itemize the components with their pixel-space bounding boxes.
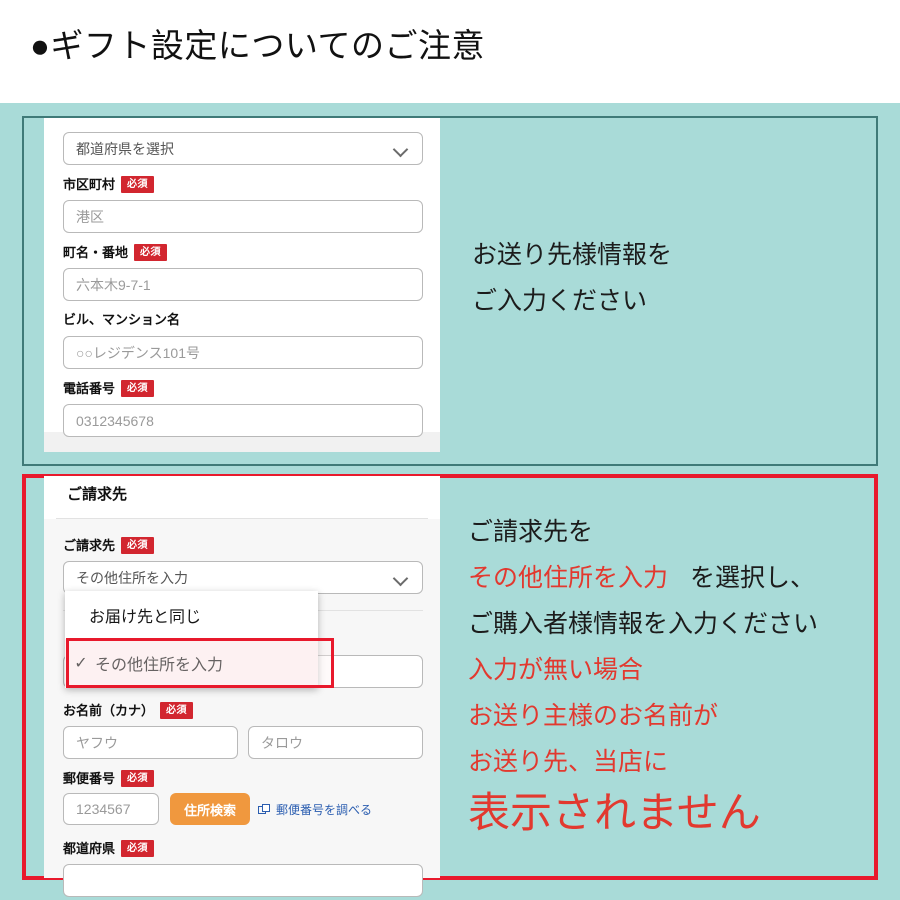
shipping-phone-input[interactable]: 0312345678 [63,404,423,437]
required-badge: 必須 [134,244,168,261]
billing-kana-last-input[interactable]: ヤフウ [63,726,238,759]
billing-select-label-text: ご請求先 [63,538,116,553]
billing-select-label: ご請求先 必須 [63,537,155,554]
billing-section-title: ご請求先 [67,486,128,503]
dropdown-option-label: お届け先と同じ [89,609,202,626]
billing-annotation-line5: お送り主様のお名前が [468,702,719,730]
required-badge: 必須 [121,840,155,857]
page-root: ●ギフト設定についてのご注意 都道府県を選択 市区町村 必須 港区 町名・番地 必須… [0,0,900,900]
billing-annotation-line4: 入力が無い場合 [468,656,644,684]
shipping-city-placeholder: 港区 [76,208,104,225]
required-badge: 必須 [160,702,194,719]
billing-prefecture-label-text: 都道府県 [63,841,116,856]
billing-annotation-line3: ご購入者様情報を入力ください [468,610,819,638]
postal-lookup-link[interactable]: 郵便番号を調べる [258,801,372,818]
billing-postal-label-text: 郵便番号 [63,771,116,786]
required-badge: 必須 [121,380,155,397]
shipping-annotation-line1: お送り先様情報を [472,241,673,269]
billing-kana-label: お名前（カナ） 必須 [63,702,194,719]
billing-postal-label: 郵便番号 必須 [63,770,155,787]
shipping-prefecture-value: 都道府県を選択 [76,140,174,157]
shipping-phone-placeholder: 0312345678 [76,412,154,429]
postal-lookup-link-label: 郵便番号を調べる [276,803,373,817]
shipping-phone-label-text: 電話番号 [63,381,116,396]
billing-kana-label-text: お名前（カナ） [63,703,155,718]
shipping-city-input[interactable]: 港区 [63,200,423,233]
billing-annotation-line6: お送り先、当店に [468,748,669,776]
shipping-prefecture-select[interactable]: 都道府県を選択 [63,132,423,165]
dropdown-option-same-as-delivery[interactable]: お届け先と同じ [65,591,318,639]
billing-kana-last-placeholder: ヤフウ [76,734,118,751]
chevron-down-icon [394,144,410,154]
chevron-down-icon [394,573,410,583]
shipping-city-label: 市区町村 必須 [63,176,155,193]
shipping-building-input[interactable]: ○○レジデンス101号 [63,336,423,369]
dropdown-selected-highlight [66,638,334,688]
shipping-city-label-text: 市区町村 [63,177,116,192]
billing-kana-first-placeholder: タロウ [261,734,303,751]
billing-section-divider [56,518,428,519]
shipping-phone-label: 電話番号 必須 [63,380,155,397]
billing-annotation-line2-red: その他住所を入力 [468,564,669,592]
page-title: ●ギフト設定についてのご注意 [30,27,485,64]
required-badge: 必須 [121,176,155,193]
external-window-icon [258,803,271,816]
shipping-building-label-text: ビル、マンション名 [63,312,181,327]
billing-annotation-line2: その他住所を入力 を選択し、 [468,556,815,600]
billing-prefecture-select[interactable] [63,864,423,897]
shipping-building-placeholder: ○○レジデンス101号 [76,344,200,361]
address-search-button[interactable]: 住所検索 [170,793,250,825]
shipping-town-label-text: 町名・番地 [63,245,129,260]
billing-kana-first-input[interactable]: タロウ [248,726,423,759]
billing-prefecture-label: 都道府県 必須 [63,840,155,857]
billing-select-value: その他住所を入力 [76,569,188,586]
shipping-town-label: 町名・番地 必須 [63,244,168,261]
shipping-building-label: ビル、マンション名 [63,312,180,328]
shipping-annotation-line2: ご入力ください [472,287,648,315]
address-search-button-label: 住所検索 [183,802,236,818]
billing-annotation-line1: ご請求先を [468,518,594,546]
required-badge: 必須 [121,770,155,787]
billing-select[interactable]: その他住所を入力 [63,561,423,594]
required-badge: 必須 [121,537,155,554]
shipping-town-placeholder: 六本木9-7-1 [76,276,151,293]
billing-annotation-line2-rest: を選択し、 [690,564,816,592]
shipping-town-input[interactable]: 六本木9-7-1 [63,268,423,301]
billing-postal-placeholder: 1234567 [76,801,131,817]
billing-postal-input[interactable]: 1234567 [63,793,159,825]
billing-annotation-line7: 表示されません [468,789,761,836]
